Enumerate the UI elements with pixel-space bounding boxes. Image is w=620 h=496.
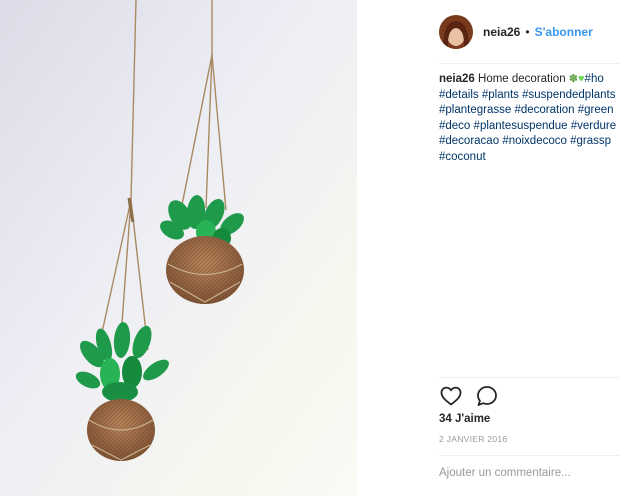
caption-line-2: #details #plants #suspendedplants — [439, 88, 620, 104]
caption-line-1: neia26 Home decoration ✽♥#ho — [439, 72, 620, 88]
hashtag[interactable]: #green — [578, 104, 614, 116]
post-header: neia26 • S'abonner — [439, 14, 620, 50]
post-caption: neia26 Home decoration ✽♥#ho #details #p… — [439, 72, 620, 165]
hashtag[interactable]: #verdure — [571, 120, 616, 132]
header-divider — [439, 63, 620, 64]
post-actions — [439, 384, 499, 408]
comment-input[interactable]: Ajouter un commentaire... — [439, 467, 620, 479]
heart-icon[interactable] — [439, 384, 463, 408]
hashtag[interactable]: #coconut — [439, 151, 486, 163]
post-date[interactable]: 2 JANVIER 2016 — [439, 434, 507, 444]
caption-line-5: #decoracao #noixdecoco #grassp — [439, 134, 620, 150]
hashtag[interactable]: #plantesuspendue — [474, 120, 568, 132]
hashtag[interactable]: #noixdecoco — [502, 135, 567, 147]
hashtag[interactable]: #plantegrasse — [439, 104, 511, 116]
post-sidebar: neia26 • S'abonner neia26 Home decoratio… — [357, 0, 620, 496]
hashtag[interactable]: #details — [439, 89, 479, 101]
comment-divider — [439, 455, 620, 456]
post-photo[interactable] — [0, 0, 357, 496]
hashtag[interactable]: #decoracao — [439, 135, 499, 147]
hashtag[interactable]: #grassp — [570, 135, 611, 147]
avatar[interactable] — [439, 15, 473, 49]
caption-line-6: #coconut — [439, 150, 620, 166]
caption-line-3: #plantegrasse #decoration #green — [439, 103, 620, 119]
actions-divider — [439, 377, 620, 378]
hanging-plants-image — [0, 0, 357, 496]
herb-emoji-icon: ✽ — [568, 73, 579, 85]
hashtag[interactable]: #plants — [482, 89, 519, 101]
caption-text: Home decoration — [478, 73, 566, 85]
hashtag[interactable]: #decoration — [514, 104, 574, 116]
avatar-photo — [439, 15, 473, 49]
caption-line-4: #deco #plantesuspendue #verdure — [439, 119, 620, 135]
follow-button[interactable]: S'abonner — [535, 25, 593, 39]
header-separator: • — [525, 25, 530, 39]
hashtag[interactable]: #ho — [585, 73, 604, 85]
caption-username[interactable]: neia26 — [439, 73, 475, 85]
likes-count[interactable]: 34 J'aime — [439, 413, 490, 425]
username-link[interactable]: neia26 — [483, 25, 520, 39]
comment-bubble-icon[interactable] — [475, 384, 499, 408]
hashtag[interactable]: #suspendedplants — [522, 89, 615, 101]
hashtag[interactable]: #deco — [439, 120, 470, 132]
